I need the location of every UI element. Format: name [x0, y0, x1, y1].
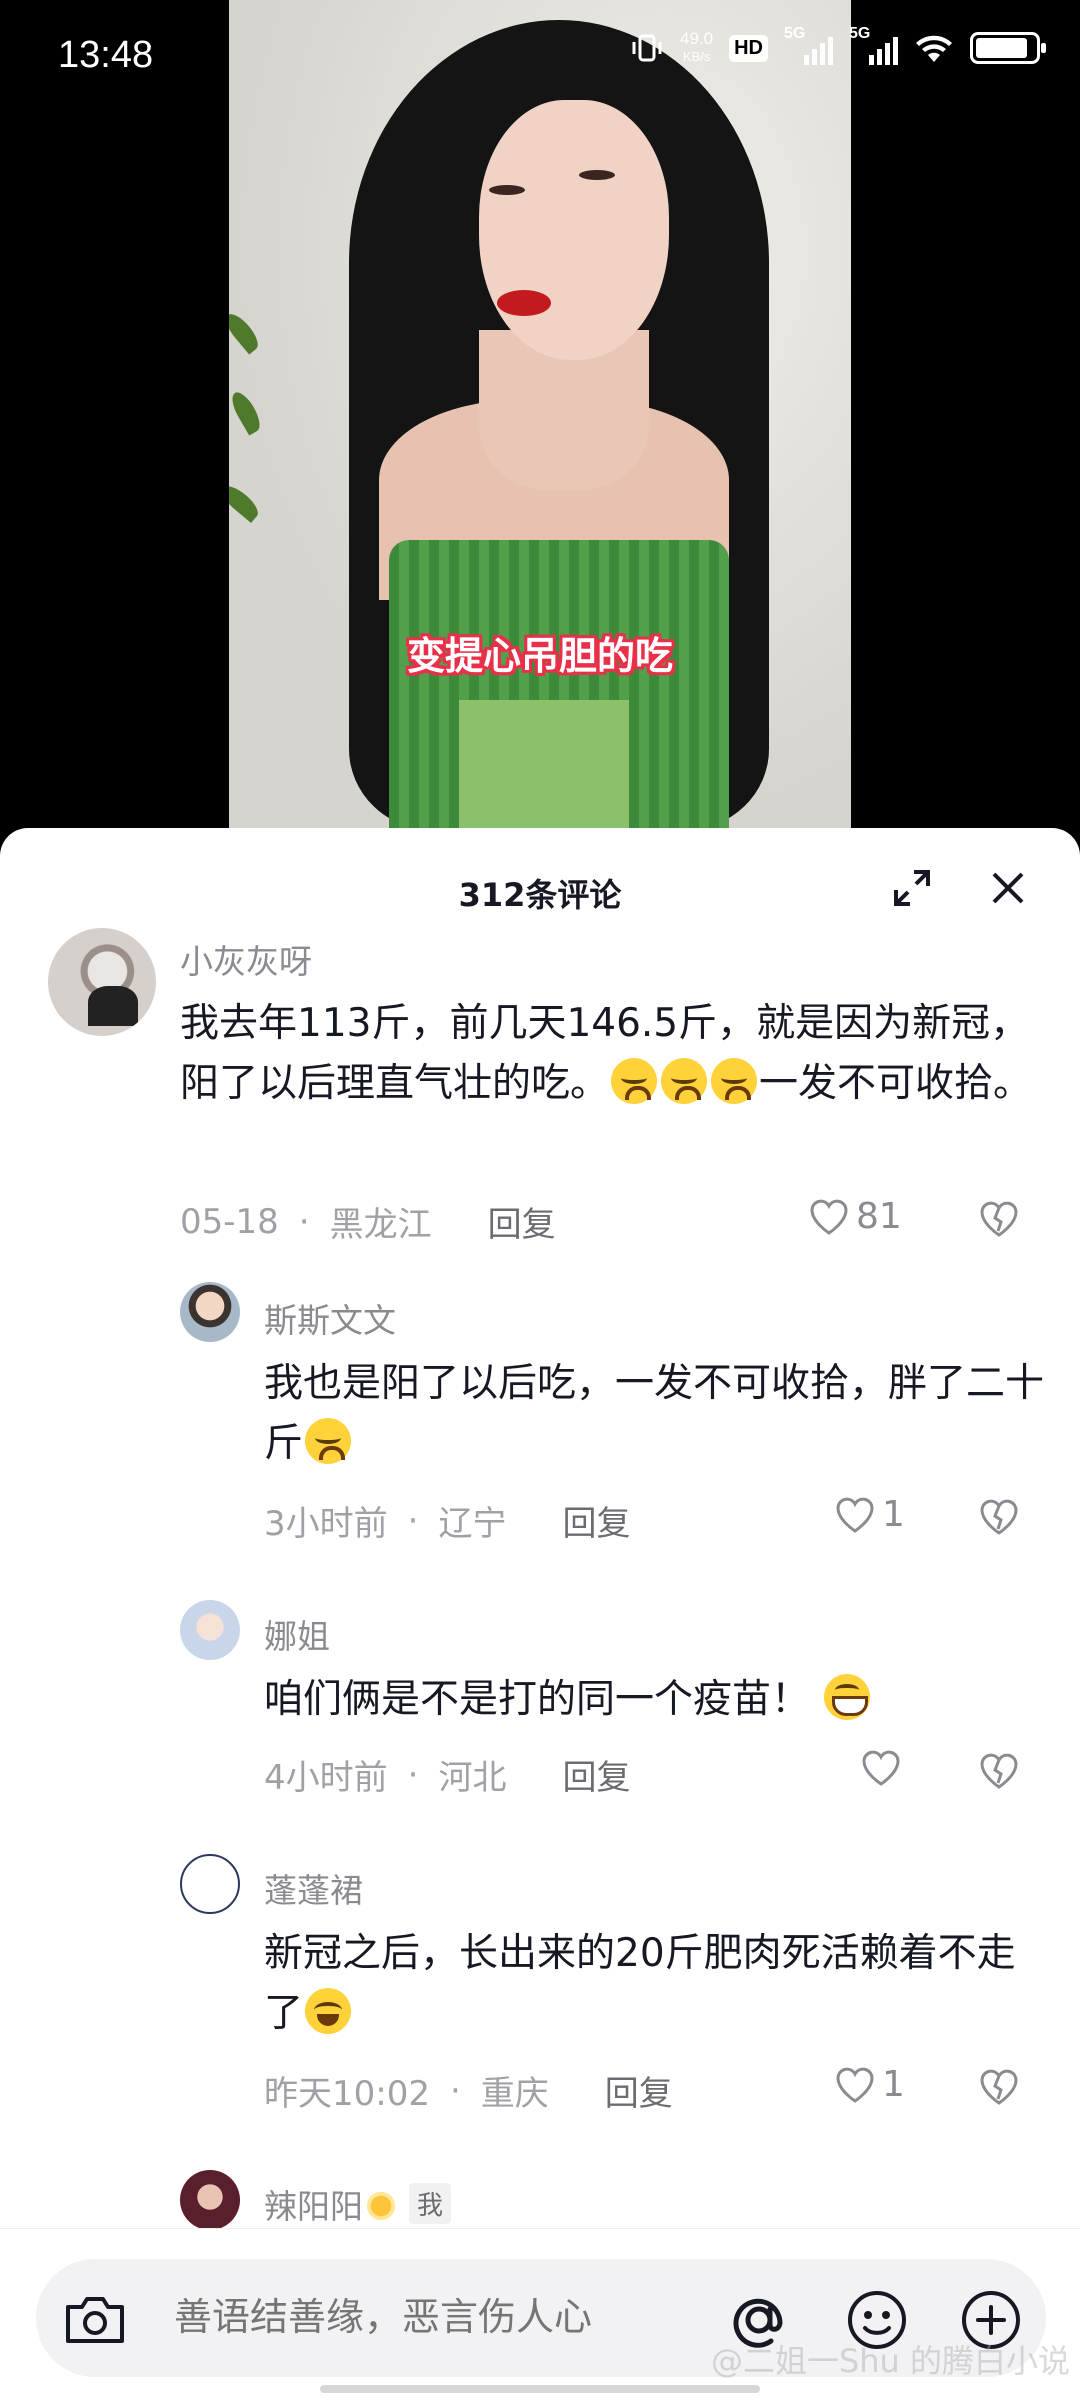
close-icon[interactable] [986, 866, 1030, 910]
reply-button[interactable]: 回复 [605, 2066, 673, 2115]
comment-text: 我也是阳了以后吃，一发不可收拾，胖了二十斤 [264, 1361, 1045, 1466]
sim2-signal-icon: 5G [849, 25, 898, 65]
comment-location: 辽宁 [438, 1504, 507, 1544]
comment-username[interactable]: 娜姐 [264, 1610, 330, 1658]
sim1-signal-icon: 5G [784, 25, 833, 65]
like-count: 81 [856, 1196, 902, 1237]
sheet-header: 312条评论 [0, 828, 1080, 948]
avatar[interactable] [180, 1282, 240, 1342]
vibrate-icon [632, 34, 662, 62]
comment-input[interactable] [174, 2295, 734, 2339]
laugh-cry-emoji-icon [611, 1058, 658, 1104]
avatar[interactable] [48, 928, 156, 1036]
like-count: 1 [882, 1494, 905, 1535]
camera-icon[interactable] [62, 2289, 128, 2349]
comment-meta: 4小时前 · 河北 回复 [264, 1750, 630, 1799]
net-speed-unit: KB/s [682, 49, 711, 64]
heart-icon [836, 1497, 874, 1533]
network-speed: 49.0 KB/s [680, 30, 713, 66]
plant-leaves [229, 280, 269, 540]
hd-badge: HD [729, 34, 768, 62]
like-button[interactable]: 1 [834, 2064, 905, 2105]
comment-text: 新冠之后，长出来的20斤肥肉死活赖着不走了 [264, 1931, 1016, 2036]
grin-emoji-icon [824, 1674, 871, 1720]
comment-meta: 3小时前 · 辽宁 回复 [264, 1496, 630, 1545]
person-face [479, 100, 669, 360]
comment-date: 4小时前 [264, 1758, 388, 1798]
sim2-label: 5G [849, 25, 871, 42]
comment-location: 重庆 [480, 2074, 549, 2114]
like-button[interactable]: 1 [834, 1494, 905, 1535]
sim1-label: 5G [784, 25, 806, 42]
comment-date: 3小时前 [264, 1504, 388, 1544]
like-button[interactable]: 81 [808, 1196, 902, 1237]
video-player[interactable]: 变提心吊胆的吃 [229, 0, 851, 830]
heart-icon [862, 1750, 900, 1786]
dislike-heart-icon[interactable] [978, 1198, 1020, 1240]
comment-location: 河北 [438, 1758, 507, 1798]
battery-icon [970, 32, 1046, 64]
wifi-icon [916, 35, 952, 62]
reply-button[interactable]: 回复 [488, 1197, 556, 1246]
like-button[interactable] [860, 1748, 908, 1788]
comment-username[interactable]: 斯斯文文 [264, 1294, 396, 1342]
dislike-heart-icon[interactable] [978, 2066, 1020, 2108]
status-time: 13:48 [58, 34, 154, 76]
comment-meta: 昨天10:02 · 重庆 回复 [264, 2066, 673, 2115]
like-count: 1 [882, 2064, 905, 2105]
watermark: @二姐一Shu 的腾白小说 [710, 2342, 1070, 2380]
comment-text: 我去年113斤，前几天146.5斤，就是因为新冠，阳了以后理直气壮的吃。 一发不可… [180, 1001, 1033, 1106]
video-caption: 变提心吊胆的吃 [406, 634, 673, 678]
comment-username[interactable]: 蓬蓬裙 [264, 1864, 363, 1912]
heart-icon [810, 1199, 848, 1235]
laugh-cry-emoji-icon [711, 1058, 758, 1104]
home-indicator[interactable] [320, 2385, 760, 2393]
avatar[interactable] [180, 1600, 240, 1660]
status-icons: 49.0 KB/s HD 5G 5G [630, 25, 1046, 66]
dislike-heart-icon[interactable] [978, 1750, 1020, 1792]
expand-icon[interactable] [890, 866, 934, 910]
dislike-heart-icon[interactable] [978, 1496, 1020, 1538]
heart-icon [836, 2067, 874, 2103]
laugh-cry-emoji-icon [305, 1418, 352, 1464]
comment-date: 昨天10:02 [264, 2074, 430, 2114]
reply-button[interactable]: 回复 [562, 1496, 630, 1545]
avatar[interactable] [180, 2170, 240, 2230]
comment-username[interactable]: 辣阳阳我 [264, 2180, 452, 2228]
comment-meta: 05-18 · 黑龙江 回复 [180, 1197, 556, 1246]
crying-emoji-icon [305, 1988, 352, 2034]
comment-text: 咱们俩是不是打的同一个疫苗！ [264, 1670, 1044, 1730]
comment-location: 黑龙江 [329, 1205, 432, 1245]
avatar[interactable] [180, 1854, 240, 1914]
laugh-cry-emoji-icon [661, 1058, 708, 1104]
comment-username[interactable]: 小灰灰呀 [180, 935, 312, 983]
comment-date: 05-18 [180, 1201, 279, 1242]
me-badge: 我 [409, 2183, 452, 2224]
status-bar: 13:48 49.0 KB/s HD 5G 5G [0, 0, 1080, 110]
sun-emoji-icon [363, 2188, 399, 2224]
reply-button[interactable]: 回复 [562, 1750, 630, 1799]
net-speed-value: 49.0 [680, 29, 714, 48]
